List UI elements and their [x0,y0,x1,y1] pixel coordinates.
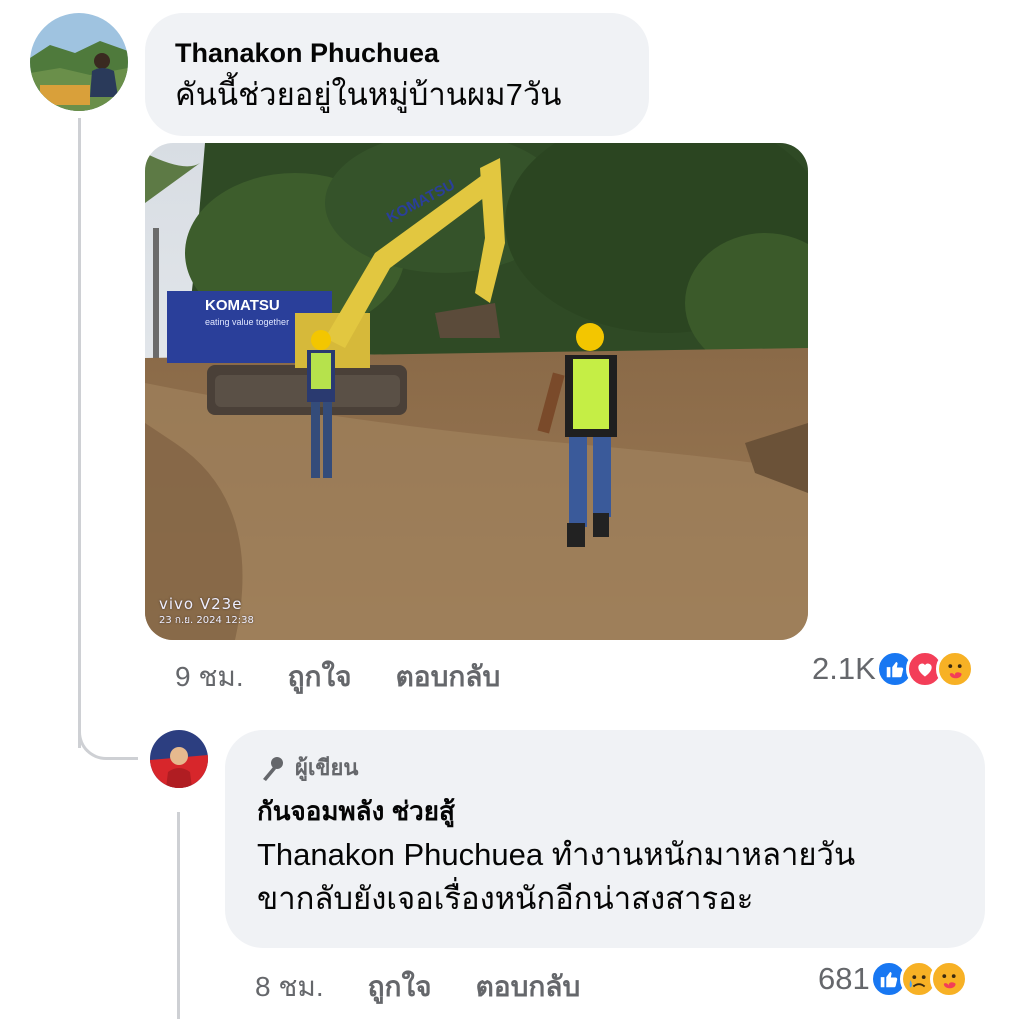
care-icon [929,960,968,998]
reply-actions: 8 ชม. ถูกใจ ตอบกลับ [255,965,580,1009]
commenter-avatar[interactable] [30,13,128,111]
thread-line [78,118,81,748]
watermark-date: 23 ก.ย. 2024 12:38 [159,615,254,626]
watermark-device: vivo V23e [159,595,243,613]
reaction-count: 2.1K [812,651,876,686]
banner-slogan: eating value together [205,317,289,327]
banner-brand: KOMATSU [205,297,280,314]
reply-button[interactable]: ตอบกลับ [396,655,501,699]
reply-reply-button[interactable]: ตอบกลับ [476,965,581,1009]
comment-text: คันนี้ช่วยอยู่ในหมู่บ้านผม7วัน [175,77,562,112]
reply-reaction-count: 681 [818,961,870,996]
photo-watermark: vivo V23e 23 ก.ย. 2024 12:38 [159,595,254,628]
reply-reactions[interactable]: 681 [818,960,968,998]
comment-time[interactable]: 9 ชม. [175,655,244,699]
reply-time[interactable]: 8 ชม. [255,965,324,1009]
thread-line-reply [177,812,180,1019]
thread-connector [78,700,138,760]
reply-author[interactable]: กันจอมพลัง ช่วยสู้ [257,795,985,827]
reply-bubble: ผู้เขียน กันจอมพลัง ช่วยสู้ Thanakon Phu… [225,730,985,948]
care-icon [935,650,974,688]
like-button[interactable]: ถูกใจ [288,655,352,699]
comment-author[interactable]: Thanakon Phuchuea [175,37,649,69]
replier-avatar[interactable] [150,730,208,788]
comment-reactions[interactable]: 2.1K [812,650,974,688]
comment-photo[interactable]: KOMATSU eating value together KOMATSU vi… [145,143,808,640]
comment-actions: 9 ชม. ถูกใจ ตอบกลับ [175,655,500,699]
author-badge: ผู้เขียน [257,750,985,785]
author-badge-label: ผู้เขียน [295,755,359,780]
comment-bubble: Thanakon Phuchuea คันนี้ช่วยอยู่ในหมู่บ้… [145,13,649,136]
reply-text-line2: ขากลับยังเจอเรื่องหนักอีกน่าสงสารอะ [257,881,754,916]
reply-like-button[interactable]: ถูกใจ [368,965,432,1009]
reply-text-line1: Thanakon Phuchuea ทำงานหนักมาหลายวัน [257,837,856,872]
microphone-icon [257,753,287,783]
